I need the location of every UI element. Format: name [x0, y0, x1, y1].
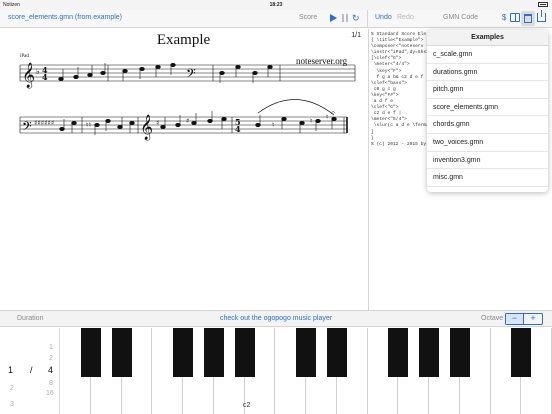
svg-text:𝄢: 𝄢 [186, 66, 196, 84]
status-bar: Notizen 18:23 [0, 0, 552, 10]
redo-button[interactable]: Redo [397, 14, 414, 21]
picker-option[interactable]: 2 [49, 355, 53, 362]
octave-label: Octave [481, 315, 504, 322]
score-button[interactable]: Score [299, 14, 317, 21]
piano-black-key[interactable] [234, 328, 255, 377]
piano-black-key[interactable] [111, 328, 132, 377]
octave-plus-button[interactable]: + [524, 314, 542, 324]
svg-text:𝄢: 𝄢 [22, 119, 32, 137]
svg-text:𝄞: 𝄞 [140, 114, 153, 140]
piano-black-key[interactable] [203, 328, 224, 377]
app-root: Notizen 18:23 score_elements.gmn (from e… [0, 0, 552, 414]
file-name-title[interactable]: score_elements.gmn (from example) [8, 14, 122, 21]
trash-icon [524, 14, 532, 23]
score-view[interactable]: 1/1 Example iPad noteserver.org 𝄞 ♭ 4 4 [0, 29, 367, 310]
key-label-c2: c2 [243, 402, 251, 409]
examples-header: Examples [427, 30, 548, 46]
svg-text:♯: ♯ [156, 119, 159, 127]
example-item[interactable]: misc.gmn [427, 169, 548, 187]
example-item[interactable]: chords.gmn [427, 116, 548, 134]
ogopogo-promo-link[interactable]: check out the ogopogo music player [220, 315, 332, 322]
piano-black-key[interactable] [419, 328, 439, 377]
piano-black-key[interactable] [173, 328, 193, 377]
pause-icon[interactable] [342, 14, 348, 22]
example-item[interactable]: invention3.gmn [427, 152, 548, 170]
picker-numerator[interactable]: 1 [8, 365, 13, 375]
duration-picker[interactable]: 1 2 2 3 1 / 4 8 16 rest [0, 328, 73, 414]
picker-denominator[interactable]: 4 [48, 365, 53, 375]
example-item[interactable]: two_voices.gmn [427, 134, 548, 152]
piano-black-key[interactable] [296, 328, 316, 377]
gmn-code-button[interactable]: GMN Code [443, 14, 478, 21]
svg-text:♮: ♮ [272, 121, 275, 129]
svg-text:♯: ♯ [186, 117, 189, 125]
svg-text:𝄞: 𝄞 [22, 62, 35, 88]
svg-text:♮♮: ♮♮ [86, 121, 91, 129]
examples-popover: Examples c_scale.gmn durations.gmn pitch… [427, 30, 548, 192]
octave-minus-button[interactable]: − [506, 314, 524, 324]
example-item[interactable]: c_scale.gmn [427, 46, 548, 64]
piano-black-key[interactable] [326, 328, 347, 377]
picker-option[interactable]: 16 [46, 390, 54, 397]
play-icon[interactable] [330, 14, 337, 22]
piano-keyboard[interactable]: c2 [60, 328, 552, 414]
piano-black-key[interactable] [511, 328, 532, 377]
svg-text:♯♯♯♯♯♯: ♯♯♯♯♯♯ [34, 119, 54, 127]
picker-option[interactable]: 8 [49, 380, 53, 387]
bottom-toolbar: Duration check out the ogopogo music pla… [0, 310, 552, 327]
picker-option[interactable]: 1 [49, 344, 53, 351]
piano-black-key[interactable] [80, 328, 101, 377]
examples-book-icon[interactable] [510, 13, 520, 22]
svg-text:♭: ♭ [36, 67, 40, 76]
svg-text:4: 4 [42, 72, 48, 82]
duration-label: Duration [17, 315, 44, 322]
picker-slash: / [30, 365, 33, 375]
trash-button[interactable] [521, 11, 535, 26]
undo-button[interactable]: Undo [375, 14, 392, 21]
svg-text:4: 4 [235, 124, 241, 134]
picker-option[interactable]: 2 [10, 385, 14, 392]
svg-text:♮: ♮ [326, 113, 329, 121]
example-item[interactable]: pitch.gmn [427, 81, 548, 99]
piano-black-key[interactable] [449, 328, 470, 377]
picker-option[interactable]: 3 [10, 401, 14, 408]
svg-text:♮: ♮ [310, 117, 313, 125]
example-item[interactable]: score_elements.gmn [427, 99, 548, 117]
store-dollar-icon[interactable]: $ [502, 13, 506, 22]
example-item[interactable]: durations.gmn [427, 64, 548, 82]
battery-icon [538, 2, 548, 7]
pane-divider [367, 10, 368, 28]
octave-stepper[interactable]: − + [505, 313, 543, 325]
reload-icon[interactable]: ↻ [352, 13, 360, 23]
clock: 18:23 [269, 2, 283, 8]
share-icon[interactable] [537, 10, 546, 22]
svg-text:𝄐: 𝄐 [331, 108, 336, 117]
top-toolbar: score_elements.gmn (from example) Score … [0, 10, 552, 28]
score-staff-drawing: 𝄞 ♭ 4 4 𝄢 𝄢 ♯♯♯♯♯♯ 𝄞 5 4 ♮♮ ♯ ♯ ♮ ♮ ♮ 𝄐 [19, 62, 356, 140]
piano-black-key[interactable] [388, 328, 409, 377]
